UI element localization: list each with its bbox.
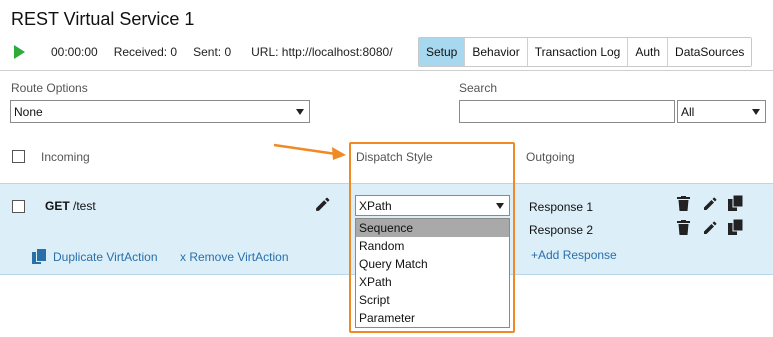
request-path: /test — [73, 199, 96, 213]
tab-behavior[interactable]: Behavior — [465, 38, 528, 66]
trash-icon[interactable] — [677, 220, 690, 235]
play-icon[interactable] — [14, 45, 25, 59]
page-title: REST Virtual Service 1 — [11, 9, 195, 29]
pencil-icon[interactable] — [314, 196, 331, 213]
route-options-label: Route Options — [11, 81, 88, 95]
received-count: Received: 0 — [113, 45, 178, 59]
pencil-icon[interactable] — [702, 220, 718, 236]
elapsed-time: 00:00:00 — [51, 45, 98, 59]
search-scope-value: All — [681, 104, 695, 119]
request-method: GET — [45, 199, 70, 213]
tab-setup[interactable]: Setup — [419, 38, 466, 66]
row-checkbox[interactable] — [12, 200, 25, 213]
duplicate-icon[interactable] — [728, 195, 743, 211]
incoming-request: GET /test — [45, 199, 96, 213]
sent-count: Sent: 0 — [193, 45, 232, 59]
route-options-select[interactable]: None — [10, 100, 310, 123]
divider — [0, 70, 773, 71]
search-label: Search — [459, 81, 498, 95]
column-incoming: Incoming — [41, 150, 90, 164]
remove-virtaction-link[interactable]: x Remove VirtAction — [180, 250, 289, 264]
column-outgoing: Outgoing — [526, 150, 575, 164]
service-url: URL: http://localhost:8080/ — [251, 45, 393, 59]
route-options-value: None — [14, 104, 43, 119]
tab-transaction-log[interactable]: Transaction Log — [527, 38, 629, 66]
tab-bar: Setup Behavior Transaction Log Auth Data… — [418, 37, 753, 67]
annotation-arrow — [273, 143, 346, 160]
duplicate-icon[interactable] — [728, 219, 743, 235]
duplicate-icon — [32, 249, 46, 265]
search-input[interactable] — [459, 100, 675, 123]
chevron-down-icon — [296, 109, 304, 115]
trash-icon[interactable] — [677, 196, 690, 211]
response-item[interactable]: Response 1 — [529, 200, 593, 214]
response-item[interactable]: Response 2 — [529, 223, 593, 237]
chevron-down-icon — [752, 109, 760, 115]
status-bar: 00:00:00 Received: 0 Sent: 0 URL: http:/… — [14, 43, 393, 61]
tab-auth[interactable]: Auth — [628, 38, 669, 66]
pencil-icon[interactable] — [702, 196, 718, 212]
search-scope-select[interactable]: All — [677, 100, 766, 123]
duplicate-virtaction-label: Duplicate VirtAction — [53, 250, 158, 264]
select-all-checkbox[interactable] — [12, 150, 25, 163]
add-response-link[interactable]: +Add Response — [531, 248, 617, 262]
duplicate-virtaction-link[interactable]: Duplicate VirtAction — [32, 249, 158, 265]
annotation-highlight-box — [349, 142, 515, 333]
tab-datasources[interactable]: DataSources — [668, 38, 752, 66]
